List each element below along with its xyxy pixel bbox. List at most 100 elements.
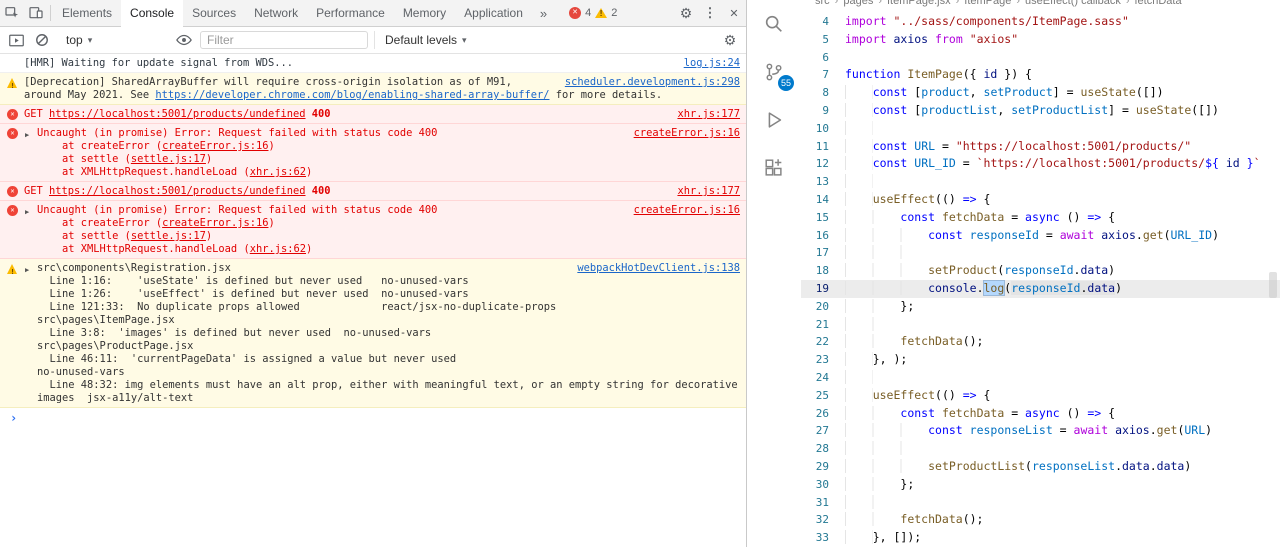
code-line[interactable]: 22 fetchData();	[801, 333, 1280, 351]
source-location-link[interactable]: createError.js:16	[634, 127, 740, 140]
breadcrumb-item[interactable]: pages	[843, 0, 873, 7]
run-and-debug-icon[interactable]	[758, 104, 790, 136]
line-number[interactable]: 33	[801, 529, 845, 547]
line-number[interactable]: 5	[801, 31, 845, 49]
line-number[interactable]: 12	[801, 155, 845, 173]
code-line[interactable]: 33 }, []);	[801, 529, 1280, 547]
context-selector-dropdown[interactable]: top ▾	[58, 31, 168, 49]
settings-gear-icon[interactable]: ⚙	[674, 0, 698, 26]
console-sidebar-icon[interactable]	[6, 30, 26, 50]
code-line[interactable]: 17	[801, 244, 1280, 262]
code-line[interactable]: 31	[801, 494, 1280, 512]
line-number[interactable]: 19	[801, 280, 845, 298]
source-location-link[interactable]: createError.js:16	[634, 204, 740, 217]
code-line[interactable]: 10	[801, 120, 1280, 138]
code-line[interactable]: 6	[801, 49, 1280, 67]
line-number[interactable]: 24	[801, 369, 845, 387]
code-line[interactable]: 14 useEffect(() => {	[801, 191, 1280, 209]
breadcrumb-item[interactable]: ItemPage.jsx	[887, 0, 951, 7]
line-number[interactable]: 7	[801, 66, 845, 84]
tab-sources[interactable]: Sources	[183, 0, 245, 27]
search-icon[interactable]	[758, 8, 790, 40]
clear-console-icon[interactable]	[32, 30, 52, 50]
overview-ruler[interactable]	[1266, 0, 1280, 547]
line-number[interactable]: 10	[801, 120, 845, 138]
line-number[interactable]: 14	[801, 191, 845, 209]
tab-elements[interactable]: Elements	[53, 0, 121, 27]
line-number[interactable]: 11	[801, 138, 845, 156]
code-line[interactable]: 19 console.log(responseId.data)	[801, 279, 1280, 298]
kebab-menu-icon[interactable]: ⋮	[698, 0, 722, 26]
console-settings-gear-icon[interactable]: ⚙	[720, 30, 740, 50]
code-line[interactable]: 23 }, );	[801, 351, 1280, 369]
source-location-link[interactable]: xhr.js:177	[677, 108, 740, 121]
device-toolbar-icon[interactable]	[24, 0, 48, 26]
line-number[interactable]: 32	[801, 511, 845, 529]
line-number[interactable]: 27	[801, 422, 845, 440]
tab-memory[interactable]: Memory	[394, 0, 455, 27]
code-line[interactable]: 25 useEffect(() => {	[801, 387, 1280, 405]
tab-application[interactable]: Application	[455, 0, 532, 27]
console-link[interactable]: https://developer.chrome.com/blog/enabli…	[155, 89, 549, 101]
source-control-icon[interactable]: 55	[758, 56, 794, 91]
filter-input[interactable]	[200, 31, 368, 49]
line-number[interactable]: 4	[801, 13, 845, 31]
source-location-link[interactable]: xhr.js:177	[677, 185, 740, 198]
scrollbar-thumb[interactable]	[1269, 272, 1277, 298]
source-location-link[interactable]: webpackHotDevClient.js:138	[577, 262, 740, 275]
line-number[interactable]: 28	[801, 440, 845, 458]
code-line[interactable]: 15 const fetchData = async () => {	[801, 209, 1280, 227]
code-line[interactable]: 29 setProductList(responseList.data.data…	[801, 458, 1280, 476]
code-line[interactable]: 18 setProduct(responseId.data)	[801, 262, 1280, 280]
line-number[interactable]: 18	[801, 262, 845, 280]
code-line[interactable]: 27 const responseList = await axios.get(…	[801, 422, 1280, 440]
code-line[interactable]: 13	[801, 173, 1280, 191]
code-line[interactable]: 4 import "../sass/components/ItemPage.sas…	[801, 13, 1280, 31]
line-number[interactable]: 23	[801, 351, 845, 369]
code-line[interactable]: 24	[801, 369, 1280, 387]
breadcrumb-item[interactable]: useEffect() callback	[1025, 0, 1121, 7]
breadcrumb[interactable]: src › pages › ItemPage.jsx › ItemPage › useEffec…	[801, 0, 1280, 13]
code-line[interactable]: 12 const URL_ID = `https://localhost:500…	[801, 155, 1280, 173]
code-line[interactable]: 9 const [productList, setProductList] = …	[801, 102, 1280, 120]
breadcrumb-item[interactable]: fetchData	[1135, 0, 1182, 7]
console-link[interactable]: xhr.js:62	[250, 166, 306, 178]
console-link[interactable]: https://localhost:5001/products/undefine…	[49, 108, 305, 120]
code-editor[interactable]: 4 import "../sass/components/ItemPage.sas…	[801, 13, 1280, 547]
line-number[interactable]: 16	[801, 227, 845, 245]
expand-arrow-icon[interactable]: ▶	[25, 206, 29, 219]
line-number[interactable]: 6	[801, 49, 845, 67]
console-link[interactable]: settle.js:17	[131, 153, 206, 165]
line-number[interactable]: 20	[801, 298, 845, 316]
code-line[interactable]: 20 };	[801, 298, 1280, 316]
source-location-link[interactable]: log.js:24	[684, 57, 740, 70]
code-line[interactable]: 7 function ItemPage({ id }) {	[801, 66, 1280, 84]
tab-console[interactable]: Console	[121, 0, 184, 27]
line-number[interactable]: 31	[801, 494, 845, 512]
expand-arrow-icon[interactable]: ▶	[25, 129, 29, 142]
code-line[interactable]: 16 const responseId = await axios.get(UR…	[801, 227, 1280, 245]
console-prompt[interactable]: ›	[0, 408, 746, 428]
issue-badges[interactable]: ✕ 4 2	[569, 7, 617, 19]
console-link[interactable]: xhr.js:62	[250, 243, 306, 255]
live-expression-eye-icon[interactable]	[174, 30, 194, 50]
more-tabs-icon[interactable]: »	[532, 6, 555, 21]
tab-network[interactable]: Network	[245, 0, 307, 27]
code-line[interactable]: 30 };	[801, 476, 1280, 494]
log-levels-dropdown[interactable]: Default levels ▾	[374, 31, 477, 49]
code-line[interactable]: 8 const [product, setProduct] = useState…	[801, 84, 1280, 102]
inspect-element-icon[interactable]	[0, 0, 24, 26]
line-number[interactable]: 13	[801, 173, 845, 191]
line-number[interactable]: 30	[801, 476, 845, 494]
line-number[interactable]: 8	[801, 84, 845, 102]
console-link[interactable]: settle.js:17	[131, 230, 206, 242]
tab-performance[interactable]: Performance	[307, 0, 394, 27]
line-number[interactable]: 26	[801, 405, 845, 423]
console-link[interactable]: https://localhost:5001/products/undefine…	[49, 185, 305, 197]
line-number[interactable]: 21	[801, 316, 845, 334]
code-line[interactable]: 11 const URL = "https://localhost:5001/p…	[801, 138, 1280, 156]
source-location-link[interactable]: scheduler.development.js:298	[565, 76, 740, 89]
line-number[interactable]: 9	[801, 102, 845, 120]
close-devtools-icon[interactable]: ✕	[722, 0, 746, 26]
line-number[interactable]: 15	[801, 209, 845, 227]
